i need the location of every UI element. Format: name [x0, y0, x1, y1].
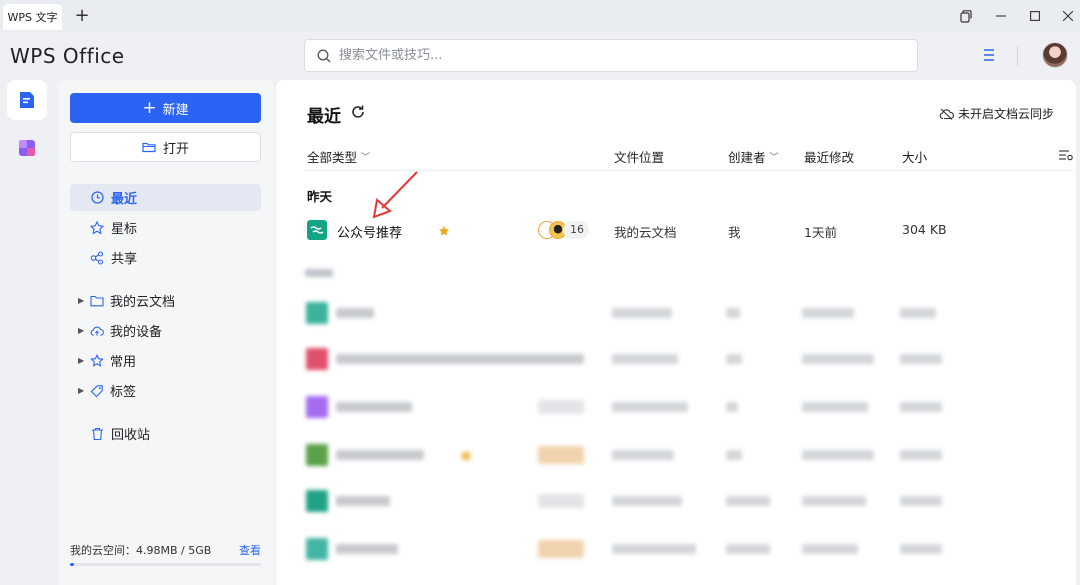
file-creator: 我	[728, 225, 741, 240]
sidebar-item-label: 回收站	[111, 428, 151, 443]
header-divider-line	[304, 170, 1074, 171]
storage-label: 我的云空间：4.98MB / 5GB	[70, 544, 212, 557]
column-header-type[interactable]: 全部类型 ﹀	[307, 147, 370, 166]
sidebar-item-frequent[interactable]: ▶ 常用	[70, 347, 261, 374]
caret-right-icon[interactable]: ▶	[78, 386, 90, 395]
close-icon[interactable]	[1058, 6, 1078, 26]
file-modified: 1天前	[804, 225, 837, 240]
plus-icon: +	[142, 97, 157, 118]
sidebar-item-recent[interactable]: 最近	[70, 184, 261, 211]
caret-right-icon[interactable]: ▶	[78, 296, 90, 305]
column-modified-label: 最近修改	[804, 150, 855, 165]
table-row[interactable]: 公众号推荐 16 我的云文档 我 1天前 304 KB	[304, 213, 1074, 248]
sidebar-item-my-devices[interactable]: ▶ 我的设备	[70, 317, 261, 344]
open-button-label: 打开	[162, 141, 189, 157]
menu-list-icon[interactable]	[980, 46, 998, 64]
sidebar-item-label: 我的设备	[110, 325, 163, 340]
search-box[interactable]	[304, 39, 918, 72]
sidebar-item-shared[interactable]: 共享	[70, 244, 261, 271]
user-avatar[interactable]	[1042, 42, 1068, 68]
cloud-off-icon	[939, 108, 954, 120]
minimize-icon[interactable]	[991, 6, 1011, 26]
file-location: 我的云文档	[614, 225, 677, 240]
page-title: 最近	[307, 107, 341, 127]
tag-icon	[90, 384, 104, 398]
cloud-sync-status[interactable]: 未开启文档云同步	[939, 105, 1054, 122]
app-rail	[0, 80, 56, 585]
redacted-group-label	[305, 269, 333, 277]
file-name[interactable]: 公众号推荐	[337, 222, 402, 241]
sidebar-item-starred[interactable]: 星标	[70, 214, 261, 241]
column-header-modified[interactable]: 最近修改	[804, 147, 854, 166]
sidebar-item-label: 常用	[110, 355, 137, 370]
storage-progress-fill	[70, 563, 74, 566]
rail-documents-button[interactable]	[7, 80, 47, 120]
group-label-yesterday: 昨天	[307, 189, 333, 204]
sidebar-item-label: 共享	[111, 252, 138, 267]
search-input[interactable]	[339, 48, 899, 63]
header-divider	[1017, 46, 1018, 66]
column-size-label: 大小	[902, 150, 928, 165]
sidebar-item-tags[interactable]: ▶ 标签	[70, 377, 261, 404]
document-app-icon	[20, 92, 34, 108]
title-bar: WPS 文字 +	[0, 0, 1080, 32]
sidebar-item-my-cloud-docs[interactable]: ▶ 我的云文档	[70, 287, 261, 314]
sidebar-item-label: 最近	[111, 192, 138, 207]
pin-star-icon	[90, 353, 104, 368]
tab-wps-writer[interactable]: WPS 文字	[3, 4, 62, 30]
storage-progress-bar	[70, 563, 261, 566]
rail-apps-button[interactable]	[7, 128, 47, 168]
new-button-label: 新建	[162, 102, 189, 118]
sidebar-item-trash[interactable]: 回收站	[70, 420, 261, 447]
chevron-down-icon: ﹀	[769, 153, 779, 163]
column-creator-label: 创建者	[728, 150, 766, 165]
open-button[interactable]: 打开	[70, 132, 261, 162]
folder-open-icon	[142, 142, 156, 153]
trash-icon	[90, 427, 104, 441]
wps-office-logo: WPS Office	[10, 44, 125, 68]
app-header: WPS Office	[0, 32, 1080, 80]
star-outline-icon	[90, 220, 104, 235]
new-button[interactable]: + 新建	[70, 93, 261, 123]
column-location-label: 文件位置	[614, 150, 665, 165]
cloud-storage-info: 我的云空间：4.98MB / 5GB 查看	[70, 542, 261, 558]
cloud-upload-icon	[90, 324, 104, 338]
collaborator-count: 16	[563, 221, 589, 239]
folder-icon	[90, 294, 104, 308]
tab-label: WPS 文字	[7, 11, 58, 24]
search-icon	[317, 49, 331, 62]
restore-window-icon[interactable]	[956, 6, 976, 26]
star-filled-icon[interactable]	[438, 225, 450, 237]
column-settings-icon[interactable]	[1059, 149, 1073, 161]
sidebar-item-label: 星标	[111, 222, 138, 237]
caret-right-icon[interactable]: ▶	[78, 326, 90, 335]
refresh-icon[interactable]	[350, 104, 366, 120]
sidebar: + 新建 打开 最近 星标 共享 ▶ 我的云文档 ▶ 我的设备 ▶ 常用 ▶ 标…	[58, 80, 274, 585]
doc-file-icon	[307, 220, 327, 240]
chevron-down-icon: ﹀	[361, 153, 371, 163]
new-tab-button[interactable]: +	[71, 5, 93, 27]
share-icon	[90, 250, 104, 265]
column-type-label: 全部类型	[307, 150, 358, 165]
column-header-creator[interactable]: 创建者 ﹀	[728, 147, 779, 166]
main-panel: 最近 未开启文档云同步 全部类型 ﹀ 文件位置 创建者 ﹀ 最近修改 大小 昨天…	[276, 80, 1076, 585]
column-header-size[interactable]: 大小	[902, 147, 927, 166]
sidebar-item-label: 标签	[110, 385, 137, 400]
sidebar-item-label: 我的云文档	[110, 295, 176, 310]
cloud-sync-label: 未开启文档云同步	[957, 107, 1054, 121]
column-header-location: 文件位置	[614, 147, 664, 166]
clock-icon	[90, 191, 104, 205]
apps-cube-icon	[19, 140, 35, 156]
caret-right-icon[interactable]: ▶	[78, 356, 90, 365]
file-size: 304 KB	[902, 222, 947, 237]
storage-view-link[interactable]: 查看	[239, 542, 261, 558]
collaborators[interactable]: 16	[538, 219, 589, 241]
maximize-icon[interactable]	[1025, 6, 1045, 26]
